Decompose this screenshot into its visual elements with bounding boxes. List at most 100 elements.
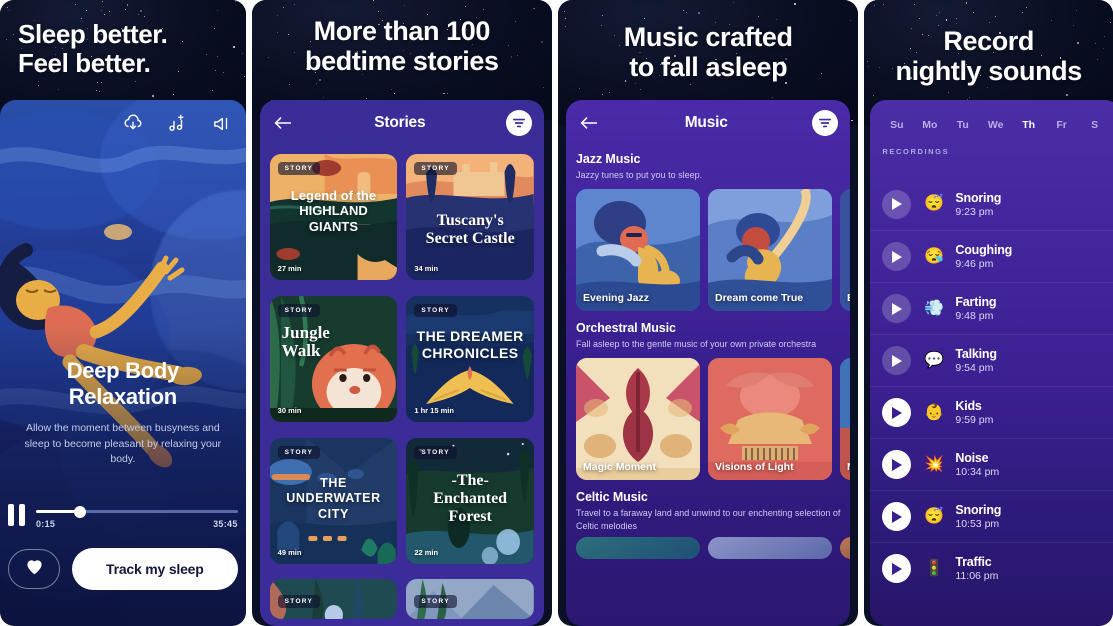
panel-bedtime-stories: More than 100 bedtime stories Stories ST… — [251, 0, 553, 626]
favorite-button[interactable] — [8, 549, 60, 589]
seek-handle[interactable] — [74, 505, 87, 518]
weekday-we[interactable]: We — [979, 112, 1012, 138]
music-card-title: Evening Jazz — [583, 292, 649, 305]
play-icon[interactable] — [882, 294, 912, 323]
story-title: Tuscany's Secret Castle — [425, 212, 515, 248]
recording-time: 9:48 pm — [955, 310, 994, 322]
music-card[interactable] — [840, 537, 851, 560]
section-heading: Celtic Music — [576, 490, 648, 505]
story-card[interactable]: STORY -The- Enchanted Forest 22 min — [406, 437, 535, 564]
sound-emoji-icon: 😪 — [924, 247, 945, 265]
play-icon[interactable] — [882, 502, 912, 531]
weekday-th[interactable]: Th — [1012, 112, 1045, 138]
player-top-icons — [123, 114, 232, 134]
section-heading: Jazz Music — [576, 152, 641, 166]
music-card[interactable]: Visions of Light — [708, 358, 833, 481]
track-meta: Deep Body Relaxation Allow the moment be… — [0, 358, 246, 468]
recording-info: Traffic 11:06 pm — [955, 555, 998, 582]
music-sections: Jazz Music Jazzy tunes to put you to sle… — [566, 146, 851, 626]
story-title: Legend of the HIGHLAND GIANTS — [290, 188, 377, 234]
panel-headline: More than 100 bedtime stories — [305, 16, 499, 77]
story-card[interactable]: STORY Tuscany's Secret Castle 34 min — [406, 154, 535, 280]
sound-emoji-icon: 💨 — [924, 299, 945, 317]
recording-time: 9:46 pm — [955, 258, 994, 270]
story-card[interactable]: STORY — [406, 579, 535, 620]
volume-icon[interactable] — [211, 114, 232, 134]
list-item[interactable]: 💥 Noise 10:34 pm · — [870, 438, 1113, 490]
recording-info: Snoring 9:23 pm — [955, 191, 1001, 218]
seek-bar[interactable]: 0:15 35:45 — [36, 500, 238, 529]
play-icon[interactable] — [882, 242, 912, 271]
story-card[interactable]: STORY — [269, 579, 398, 620]
play-icon[interactable] — [882, 189, 912, 219]
recording-name: Snoring — [955, 503, 1002, 517]
weekday-mo[interactable]: Mo — [913, 112, 946, 138]
weekday-tu[interactable]: Tu — [946, 112, 979, 138]
list-item[interactable]: 😴 Snoring 10:53 pm · — [870, 490, 1113, 542]
add-to-playlist-icon[interactable] — [167, 114, 187, 134]
weekday-su[interactable]: Su — [880, 112, 913, 138]
story-badge: STORY — [414, 445, 457, 459]
story-badge: STORY — [414, 303, 457, 317]
download-icon[interactable] — [123, 114, 143, 134]
play-icon[interactable] — [882, 398, 912, 427]
weekday-fr[interactable]: Fr — [1045, 112, 1078, 138]
recordings-list: 😴 Snoring 9:23 pm · 😪 Coughing 9:46 pm · — [870, 178, 1113, 620]
section-subtitle: Travel to a faraway land and unwind to o… — [576, 508, 841, 532]
music-card[interactable]: Dream come True — [708, 189, 833, 312]
music-card[interactable] — [708, 537, 833, 560]
sound-emoji-icon: 😴 — [924, 507, 945, 525]
story-card[interactable]: STORY Jungle Walk 30 min — [269, 295, 398, 422]
music-card[interactable]: Evening Jazz — [576, 189, 701, 312]
panel-record-sounds: Record nightly sounds Su Mo Tu We Th Fr … — [864, 0, 1113, 626]
panel-headline: Record nightly sounds — [895, 26, 1082, 87]
story-duration: 30 min — [277, 405, 302, 415]
pause-icon[interactable] — [8, 504, 28, 528]
play-icon[interactable] — [882, 554, 912, 583]
elapsed-time: 0:15 — [36, 519, 56, 529]
story-badge: STORY — [414, 595, 457, 609]
filter-icon[interactable] — [506, 110, 533, 136]
weekday-selector: Su Mo Tu We Th Fr S — [870, 100, 1113, 138]
story-duration: 49 min — [277, 547, 302, 557]
story-duration: 34 min — [414, 264, 439, 273]
story-duration: 1 hr 15 min — [414, 405, 454, 415]
music-title: Music — [684, 114, 728, 131]
track-my-sleep-button[interactable]: Track my sleep — [72, 548, 238, 590]
filter-icon[interactable] — [812, 110, 839, 136]
music-card[interactable]: Magic Moment — [576, 358, 701, 481]
music-section: Jazz Music Jazzy tunes to put you to sle… — [576, 152, 851, 312]
music-card-row — [576, 537, 851, 560]
music-card[interactable] — [576, 537, 701, 560]
list-item[interactable]: 👶 Kids 9:59 pm · — [870, 386, 1113, 438]
list-item[interactable]: 😪 Coughing 9:46 pm · — [870, 230, 1113, 282]
story-title: -The- Enchanted Forest — [433, 471, 508, 525]
recording-info: Snoring 10:53 pm — [955, 503, 1001, 530]
section-subtitle: Jazzy tunes to put you to sleep. — [576, 170, 703, 180]
back-arrow-icon[interactable] — [272, 112, 294, 134]
seek-track[interactable] — [36, 505, 238, 518]
panel-sleep-better: Sleep better. Feel better. Deep Body Rel… — [0, 0, 246, 626]
recording-info: Kids 9:59 pm — [955, 399, 993, 426]
list-item[interactable]: 😴 Snoring 9:23 pm · — [870, 178, 1113, 230]
recording-name: Talking — [955, 347, 997, 361]
back-arrow-icon[interactable] — [578, 112, 600, 134]
story-card[interactable]: STORY THE DREAMER CHRONICLES 1 hr 15 min — [406, 295, 535, 422]
play-icon[interactable] — [882, 346, 912, 375]
play-icon[interactable] — [882, 450, 912, 479]
recordings-section-label: RECORDINGS — [882, 147, 950, 156]
list-item[interactable]: 💬 Talking 9:54 pm · — [870, 334, 1113, 386]
music-card-title: Magic Moment — [583, 461, 656, 474]
weekday-sa[interactable]: S — [1078, 112, 1111, 138]
recording-time: 11:06 pm — [955, 570, 999, 582]
recording-time: 10:34 pm — [955, 466, 1000, 478]
list-item[interactable]: 💨 Farting 9:48 pm · — [870, 282, 1113, 334]
player-controls: 0:15 35:45 — [0, 500, 246, 529]
stories-screen: Stories STORY Legend of the HIGHLAND GIA… — [259, 100, 545, 626]
music-card[interactable]: E — [840, 189, 851, 312]
story-card[interactable]: STORY THE UNDERWATER CITY 49 min — [269, 437, 398, 564]
list-item[interactable]: 🚦 Traffic 11:06 pm · — [870, 542, 1113, 594]
story-card[interactable]: STORY Legend of the HIGHLAND GIANTS 27 m… — [269, 154, 398, 280]
stories-navbar: Stories — [260, 100, 544, 146]
music-card[interactable]: N — [840, 358, 851, 481]
